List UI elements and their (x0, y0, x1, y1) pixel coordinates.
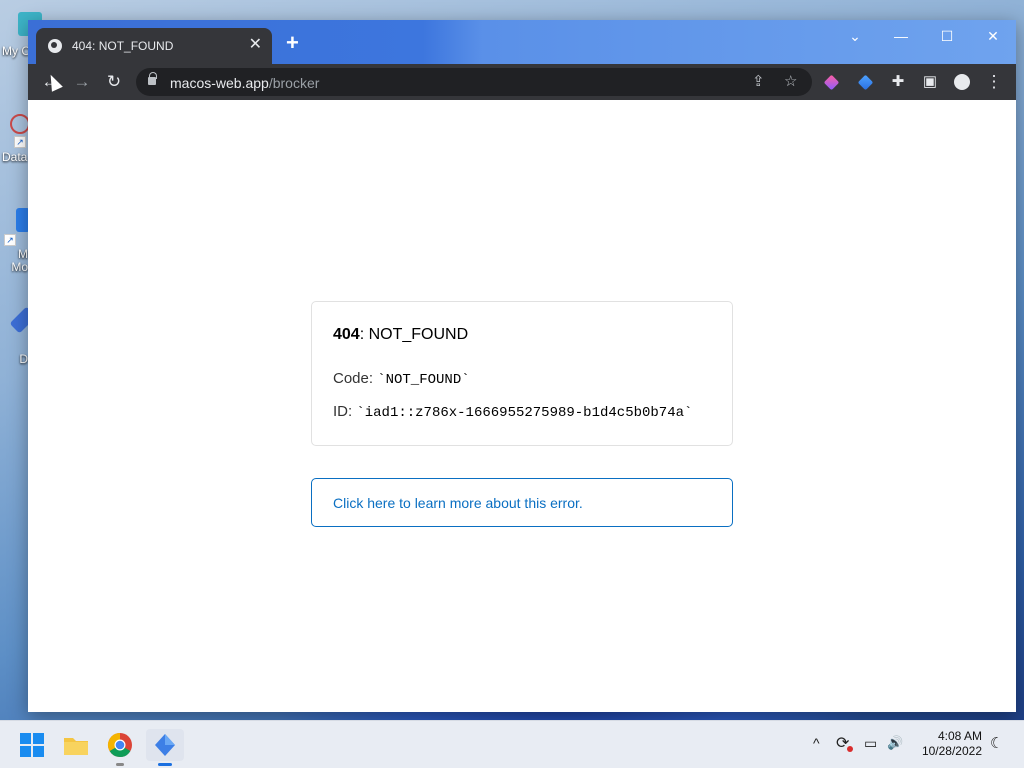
minimize-button[interactable]: — (886, 26, 916, 46)
folder-icon (64, 738, 88, 755)
error-id-label: ID: (333, 403, 357, 420)
reload-button[interactable]: ↻ (102, 71, 126, 93)
tab-close-icon[interactable]: ✕ (249, 36, 262, 54)
desktop-icon-label: My C (2, 44, 30, 58)
desktop-icon-data[interactable]: ↗ Data (2, 114, 30, 164)
error-card: 404: NOT_FOUND Code: `NOT_FOUND` ID: `ia… (311, 301, 733, 446)
volume-icon[interactable]: 🔊 (887, 735, 903, 751)
show-hidden-icons-chevron[interactable]: ^ (813, 735, 820, 751)
clock-date: 10/28/2022 (921, 744, 982, 758)
profile-avatar-icon[interactable] (950, 71, 974, 93)
desktop-icon-label: D (19, 352, 28, 366)
sync-alert-dot (847, 746, 853, 752)
network-icon[interactable]: ▭ (864, 735, 877, 752)
error-id-value: `iad1::z786x-1666955275989-b1d4c5b0b74a` (356, 405, 693, 421)
blue-diamond-app-icon (155, 734, 175, 756)
side-panel-icon[interactable]: ▣ (918, 71, 942, 93)
error-code-label: Code: (333, 370, 378, 387)
extension-blue-icon[interactable] (857, 74, 874, 91)
url-path: /brocker (268, 75, 320, 91)
globe-icon (48, 39, 62, 53)
page-content: 404: NOT_FOUND Code: `NOT_FOUND` ID: `ia… (28, 100, 1016, 712)
close-window-button[interactable]: ✕ (978, 26, 1008, 46)
desktop-icon-my-computer[interactable]: My C (2, 12, 42, 58)
browser-toolbar: ← → ↻ macos-web.app/brocker ⇪ ☆ ✚ ▣ ⋮ (28, 64, 1016, 100)
active-app-taskbar-button[interactable] (146, 729, 184, 766)
lock-icon[interactable] (148, 72, 157, 85)
forward-button[interactable]: → (70, 71, 94, 93)
extensions-puzzle-icon[interactable]: ✚ (886, 71, 910, 93)
chrome-icon (107, 733, 132, 758)
desktop-icon-label: M Mo (11, 247, 28, 274)
desktop-icon-label: Data (2, 150, 28, 164)
shortcut-arrow-icon: ↗ (4, 234, 16, 246)
url-host: macos-web.app (170, 75, 269, 91)
windows-logo-icon (20, 733, 44, 757)
address-bar[interactable]: macos-web.app/brocker ⇪ ☆ (136, 68, 812, 96)
taskbar: ^ ⟳ ▭ 🔊 4:08 AM 10/28/2022 ☾ (0, 720, 1024, 768)
error-status-code: 404 (333, 326, 360, 343)
atom-icon: ↗ (10, 114, 30, 148)
focus-assist-moon-icon[interactable]: ☾ (990, 734, 1003, 752)
error-code-line: Code: `NOT_FOUND` (333, 370, 470, 388)
taskbar-clock[interactable]: 4:08 AM 10/28/2022 (922, 729, 982, 759)
error-heading: 404: NOT_FOUND (333, 326, 468, 344)
extension-pink-icon[interactable] (823, 74, 840, 91)
shortcut-arrow-icon: ↗ (14, 136, 26, 148)
error-code-value: `NOT_FOUND` (377, 372, 470, 388)
tab-search-dropdown-icon[interactable]: ⌄ (840, 26, 870, 46)
error-status-text: : NOT_FOUND (359, 326, 469, 343)
address-url: macos-web.app/brocker (170, 75, 319, 91)
start-button[interactable] (16, 729, 48, 761)
browser-titlebar: 404: NOT_FOUND ✕ + ⌄ — ☐ ✕ (28, 20, 1016, 64)
browser-window: 404: NOT_FOUND ✕ + ⌄ — ☐ ✕ ← → ↻ macos-w… (28, 20, 1016, 712)
maximize-button[interactable]: ☐ (932, 26, 962, 46)
share-icon[interactable]: ⇪ (752, 72, 765, 90)
chrome-menu-icon[interactable]: ⋮ (982, 71, 1006, 93)
desktop-icon-mo[interactable]: ↗ M Mo (2, 208, 30, 274)
file-explorer-button[interactable] (60, 729, 92, 761)
desktop-icon-d[interactable]: D (2, 306, 37, 366)
tab-404-not-found[interactable]: 404: NOT_FOUND ✕ (36, 28, 272, 64)
tab-title: 404: NOT_FOUND (72, 39, 174, 53)
chrome-taskbar-button[interactable] (104, 729, 136, 766)
new-tab-button[interactable]: + (286, 32, 299, 54)
error-id-line: ID: `iad1::z786x-1666955275989-b1d4c5b0b… (333, 403, 692, 421)
bookmark-star-icon[interactable]: ☆ (784, 72, 797, 90)
clock-time: 4:08 AM (937, 729, 982, 743)
learn-more-link[interactable]: Click here to learn more about this erro… (311, 478, 733, 527)
